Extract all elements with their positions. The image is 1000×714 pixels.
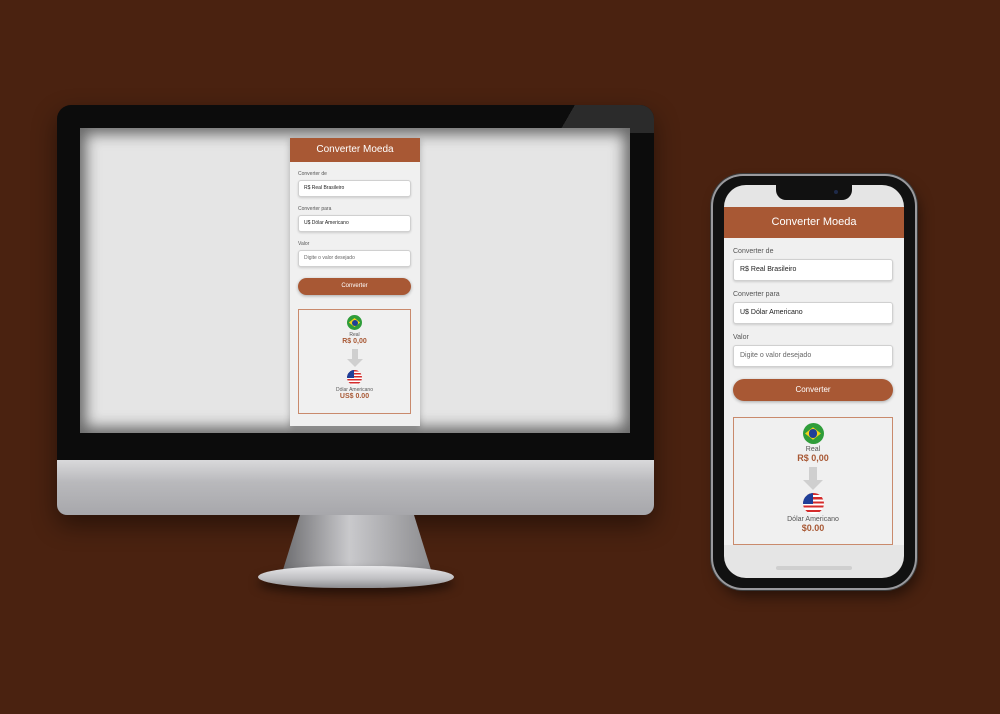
monitor-stand-neck xyxy=(282,515,432,573)
to-label: Converter para xyxy=(298,206,332,212)
monitor-screen: Converter Moeda Converter de R$ Real Bra… xyxy=(80,128,630,433)
brazil-flag-icon xyxy=(802,423,824,444)
arrow-down-icon xyxy=(299,349,410,367)
desktop-monitor: Converter Moeda Converter de R$ Real Bra… xyxy=(57,105,654,515)
to-currency-select[interactable]: U$ Dólar Americano xyxy=(298,215,411,232)
from-currency-select[interactable]: R$ Real Brasileiro xyxy=(733,259,893,281)
source-amount: R$ 0,00 xyxy=(797,453,829,463)
to-currency-select[interactable]: U$ Dólar Americano xyxy=(733,302,893,324)
target-amount: US$ 0.00 xyxy=(339,393,370,400)
brazil-flag-icon xyxy=(347,315,362,330)
from-label: Converter de xyxy=(733,248,774,255)
source-currency-name: Real xyxy=(805,446,821,453)
to-label: Converter para xyxy=(733,291,780,298)
result-panel: Real R$ 0,00 Dólar Americano US$ 0.00 xyxy=(298,309,411,414)
target-currency-name: Dólar Americano xyxy=(787,516,839,523)
amount-label: Valor xyxy=(733,334,749,341)
converter-card-desktop: Converter Moeda Converter de R$ Real Bra… xyxy=(290,138,420,426)
from-currency-select[interactable]: R$ Real Brasileiro xyxy=(298,180,411,197)
usa-flag-icon xyxy=(802,493,824,514)
usa-flag-icon xyxy=(347,370,362,385)
mobile-phone: Converter Moeda Converter de R$ Real Bra… xyxy=(713,176,915,588)
from-label: Converter de xyxy=(298,171,327,177)
target-amount: $0.00 xyxy=(801,523,825,533)
camera-icon xyxy=(834,190,838,194)
monitor-stand-base xyxy=(258,566,454,588)
home-indicator xyxy=(776,566,852,570)
convert-button[interactable]: Converter xyxy=(733,379,893,401)
app-title: Converter Moeda xyxy=(290,138,420,162)
amount-input[interactable]: Digite o valor desejado xyxy=(733,345,893,367)
app-title: Converter Moeda xyxy=(724,207,904,238)
arrow-down-icon xyxy=(734,467,892,490)
phone-notch xyxy=(776,185,852,200)
phone-screen: Converter Moeda Converter de R$ Real Bra… xyxy=(724,185,904,578)
monitor-chin xyxy=(57,460,654,515)
amount-input[interactable]: Digite o valor desejado xyxy=(298,250,411,267)
source-amount: R$ 0,00 xyxy=(342,338,367,345)
convert-button[interactable]: Converter xyxy=(298,278,411,295)
amount-label: Valor xyxy=(298,241,310,247)
result-panel: Real R$ 0,00 Dólar Americano $0.00 xyxy=(733,417,893,545)
converter-card-mobile: Converter Moeda Converter de R$ Real Bra… xyxy=(724,207,904,545)
